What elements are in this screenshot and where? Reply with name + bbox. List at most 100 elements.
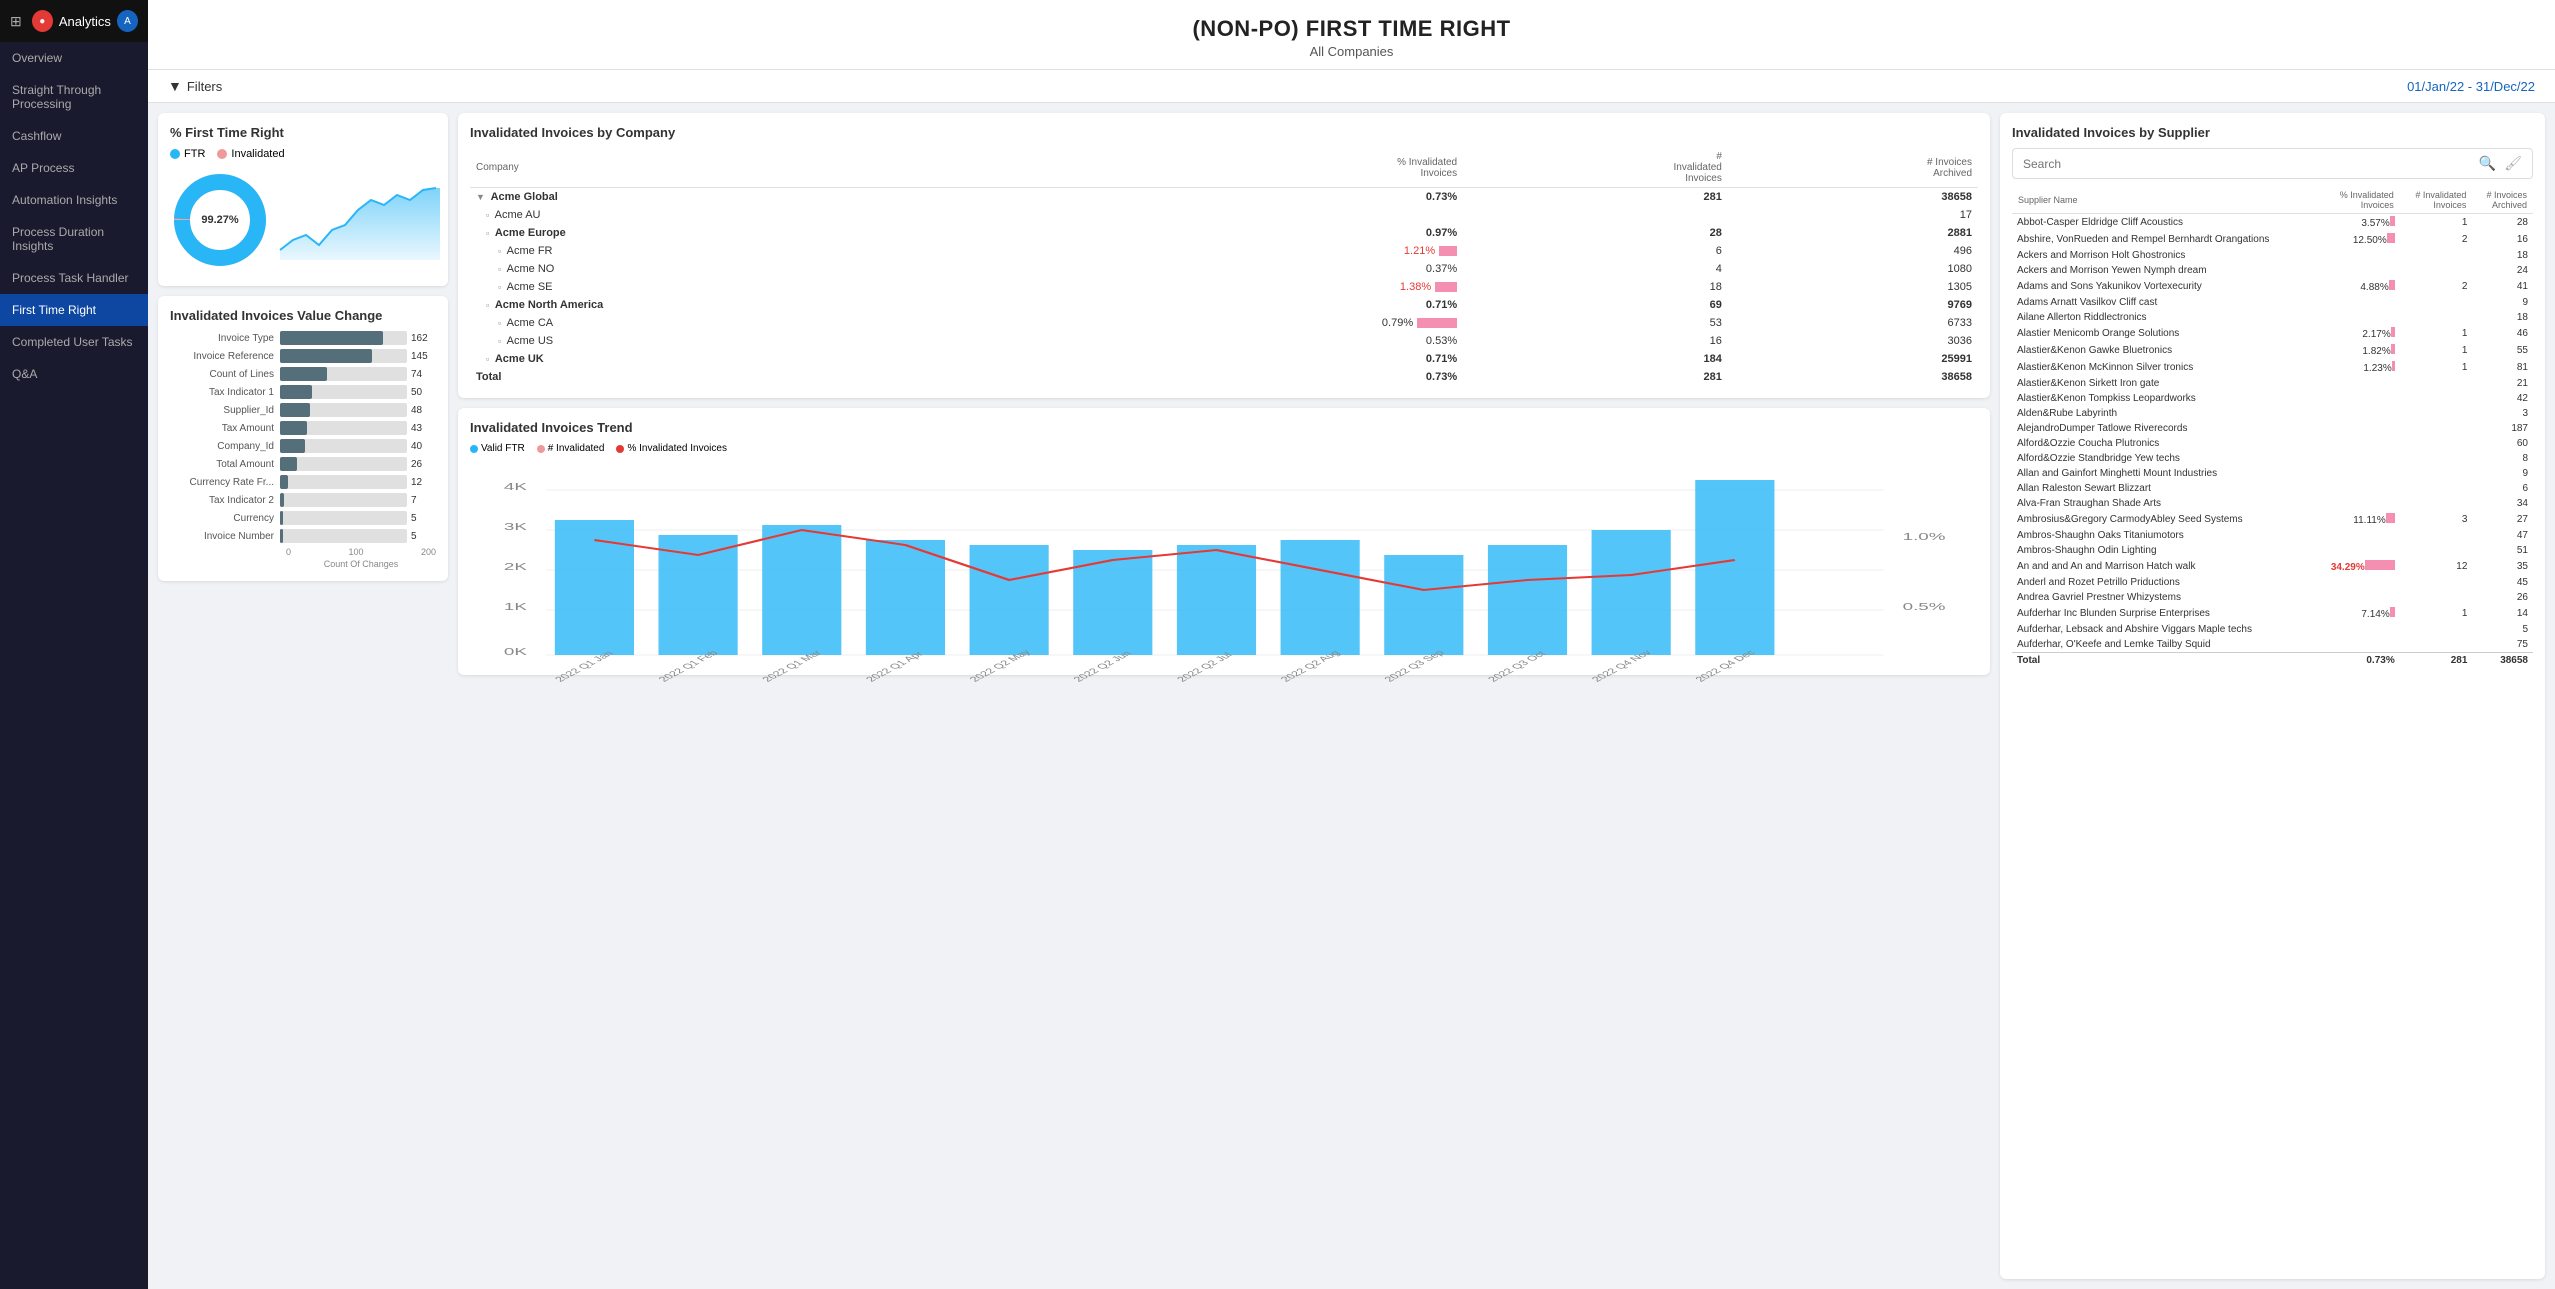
sidebar-item-ap-process[interactable]: AP Process — [0, 152, 148, 184]
bar-value: 50 — [411, 387, 436, 398]
company-name: ▫ Acme US — [470, 332, 1081, 350]
company-table: Company % InvalidatedInvoices #Invalidat… — [470, 148, 1978, 386]
sidebar-item-q&a[interactable]: Q&A — [0, 358, 148, 390]
table-row: Aufderhar Inc Blunden Surprise Enterpris… — [2012, 605, 2533, 622]
col-arch: # InvoicesArchived — [1728, 148, 1978, 188]
supplier-name: Anderl and Rozet Petrillo Priductions — [2012, 575, 2315, 590]
bar-value: 7 — [411, 495, 436, 506]
bar-fill — [280, 349, 372, 363]
bar-label: Tax Indicator 2 — [170, 495, 280, 506]
sidebar-item-process-duration-insights[interactable]: Process Duration Insights — [0, 216, 148, 262]
sup-inv: 1 — [2400, 342, 2473, 359]
table-row: Alastier&Kenon McKinnon Silver tronics 1… — [2012, 359, 2533, 376]
total-label: Total — [2012, 653, 2315, 669]
table-row: Ambrosius&Gregory CarmodyAbley Seed Syst… — [2012, 511, 2533, 528]
ftr-legend-ftr: FTR — [170, 148, 205, 160]
ftr-area-chart — [280, 180, 440, 260]
bar-fill — [280, 493, 284, 507]
table-row: Alford&Ozzie Coucha Plutronics 60 — [2012, 436, 2533, 451]
paint-icon[interactable]: 🖌 — [2504, 155, 2522, 172]
col-pct: % InvalidatedInvoices — [1081, 148, 1463, 188]
inv-dot — [217, 149, 227, 159]
sup-arch: 18 — [2472, 248, 2533, 263]
sup-arch: 42 — [2472, 391, 2533, 406]
sup-inv — [2400, 421, 2473, 436]
x-axis: 0 100 200 — [170, 547, 436, 557]
trend-chart-area: 0K 1K 2K 3K 4K 0.5% 1.0% — [470, 460, 1978, 663]
bar-fill — [280, 439, 305, 453]
sup-inv: 1 — [2400, 325, 2473, 342]
sidebar-item-first-time-right[interactable]: First Time Right — [0, 294, 148, 326]
x-0: 0 — [286, 547, 291, 557]
sidebar-item-straight-through-processing[interactable]: Straight Through Processing — [0, 74, 148, 120]
filter-button[interactable]: ▼ Filters — [168, 78, 222, 94]
table-row: Alva-Fran Straughan Shade Arts 34 — [2012, 496, 2533, 511]
sidebar-item-cashflow[interactable]: Cashflow — [0, 120, 148, 152]
sup-arch: 8 — [2472, 451, 2533, 466]
svg-text:0.5%: 0.5% — [1903, 601, 1946, 612]
sup-pct: 1.82% — [2315, 342, 2400, 359]
bar-fill — [280, 367, 327, 381]
bar-row: Supplier_Id 48 — [170, 403, 436, 417]
num-inv: 53 — [1463, 314, 1728, 332]
sup-arch: 3 — [2472, 406, 2533, 421]
bar-value: 162 — [411, 333, 436, 344]
sup-pct — [2315, 590, 2400, 605]
filter-label: Filters — [187, 79, 222, 94]
sidebar-item-overview[interactable]: Overview — [0, 42, 148, 74]
sup-arch: 41 — [2472, 278, 2533, 295]
svg-text:4K: 4K — [504, 481, 527, 492]
bar-row: Count of Lines 74 — [170, 367, 436, 381]
supplier-name: Andrea Gavriel Prestner Whizystems — [2012, 590, 2315, 605]
bar-track — [280, 349, 407, 363]
sup-arch: 55 — [2472, 342, 2533, 359]
ftr-dot — [170, 149, 180, 159]
bar-track — [280, 511, 407, 525]
bar-row: Invoice Type 162 — [170, 331, 436, 345]
company-name: ▫ Acme AU — [470, 206, 1081, 224]
pct-inv: 0.53% — [1081, 332, 1463, 350]
company-table-body: ▼ Acme Global 0.73% 281 38658 ▫ Acme AU … — [470, 188, 1978, 387]
bar-value: 48 — [411, 405, 436, 416]
bar-fill — [280, 457, 297, 471]
sup-inv — [2400, 466, 2473, 481]
x-200: 200 — [421, 547, 436, 557]
sidebar-item-completed-user-tasks[interactable]: Completed User Tasks — [0, 326, 148, 358]
bar-value: 145 — [411, 351, 436, 362]
sidebar-item-automation-insights[interactable]: Automation Insights — [0, 184, 148, 216]
table-row: Ambros-Shaughn Odin Lighting 51 — [2012, 543, 2533, 558]
valid-ftr-label: Valid FTR — [481, 443, 525, 454]
sup-pct — [2315, 436, 2400, 451]
sup-arch: 6 — [2472, 481, 2533, 496]
table-row: Alastier Menicomb Orange Solutions 2.17%… — [2012, 325, 2533, 342]
supplier-name: Ackers and Morrison Yewen Nymph dream — [2012, 263, 2315, 278]
search-box[interactable]: 🔍 🖌 — [2012, 148, 2533, 179]
supplier-name: Allan Raleston Sewart Blizzart — [2012, 481, 2315, 496]
sup-inv: 3 — [2400, 511, 2473, 528]
sup-pct: 12.50% — [2315, 231, 2400, 248]
sup-arch: 35 — [2472, 558, 2533, 575]
bar-label: Invoice Type — [170, 333, 280, 344]
table-row: Alastier&Kenon Tompkiss Leopardworks 42 — [2012, 391, 2533, 406]
search-input[interactable] — [2023, 157, 2479, 171]
table-row: ▫ Acme North America 0.71% 69 9769 — [470, 296, 1978, 314]
sup-inv — [2400, 436, 2473, 451]
bar-label: Currency — [170, 513, 280, 524]
supplier-table-wrap: Supplier Name % InvalidatedInvoices # In… — [2012, 187, 2533, 1267]
sup-pct — [2315, 421, 2400, 436]
supplier-name: Ambros-Shaughn Oaks Titaniumotors — [2012, 528, 2315, 543]
col-inv: #InvalidatedInvoices — [1463, 148, 1728, 188]
sup-pct: 4.88% — [2315, 278, 2400, 295]
bar-track — [280, 475, 407, 489]
table-row: Total 0.73% 281 38658 — [470, 368, 1978, 386]
bar-track — [280, 331, 407, 345]
num-arch: 2881 — [1728, 224, 1978, 242]
ftr-legend-inv: Invalidated — [217, 148, 284, 160]
table-row: Ackers and Morrison Yewen Nymph dream 24 — [2012, 263, 2533, 278]
sup-inv — [2400, 575, 2473, 590]
table-row: Ackers and Morrison Holt Ghostronics 18 — [2012, 248, 2533, 263]
sidebar-item-process-task-handler[interactable]: Process Task Handler — [0, 262, 148, 294]
num-arch: 1305 — [1728, 278, 1978, 296]
bar-row: Tax Indicator 1 50 — [170, 385, 436, 399]
bar-label: Invoice Reference — [170, 351, 280, 362]
